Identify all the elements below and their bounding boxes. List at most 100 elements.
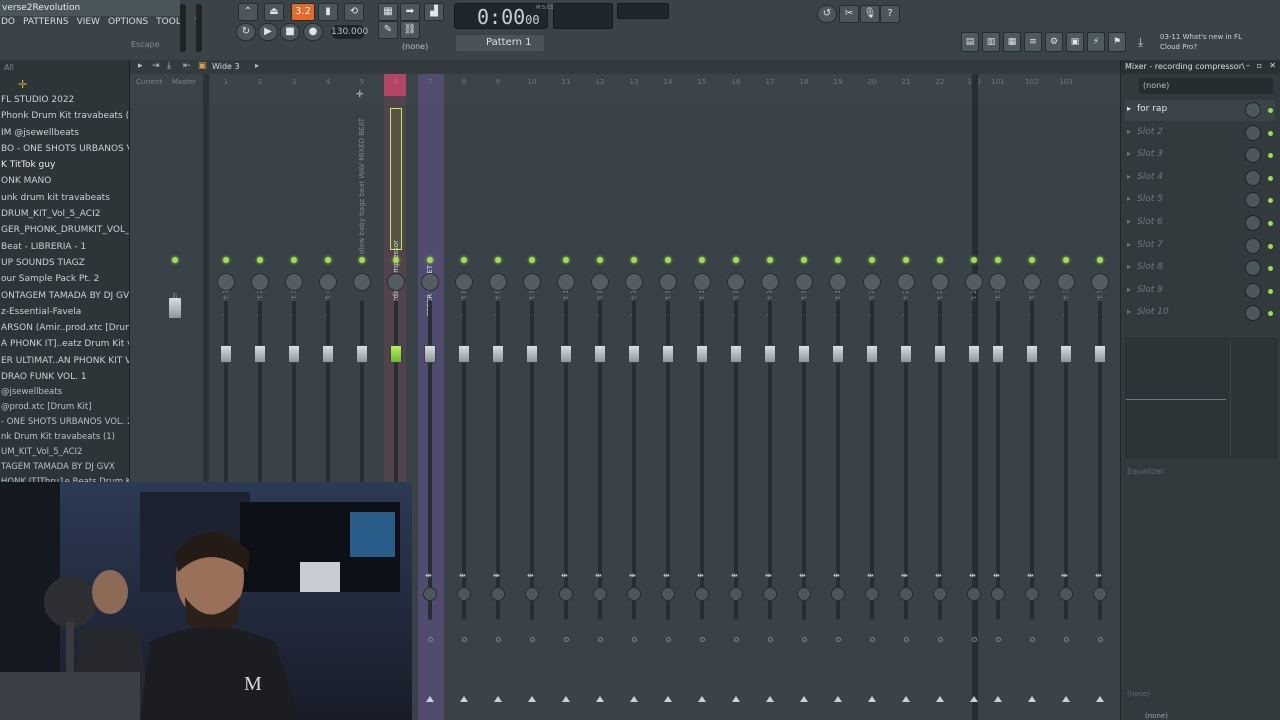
track-number[interactable]: 22 [930, 78, 950, 86]
menu-item-patterns[interactable]: PATTERNS [23, 17, 69, 33]
route-dot[interactable] [996, 637, 1001, 642]
volume-fader-handle[interactable] [254, 345, 266, 363]
route-dot[interactable] [598, 637, 603, 642]
track-enable-led[interactable] [1063, 257, 1069, 263]
track-enable-led[interactable] [995, 257, 1001, 263]
swap-stereo-icon[interactable]: ⇹ [595, 571, 602, 580]
mixer-preset-arrow-icon[interactable]: ▸ [255, 61, 259, 70]
slot-enable-led[interactable] [1268, 108, 1273, 113]
stereo-separation-knob[interactable] [1093, 587, 1107, 601]
track-number[interactable]: 15 [692, 78, 712, 86]
mixer-icon[interactable]: ≡ [1024, 32, 1042, 52]
track-name[interactable]: Insert 4 [321, 156, 335, 316]
close-icon[interactable]: ✕ [1269, 61, 1276, 70]
track-enable-led[interactable] [971, 257, 977, 263]
stereo-separation-knob[interactable] [491, 587, 505, 601]
volume-fader-handle[interactable] [730, 345, 742, 363]
swap-stereo-icon[interactable]: ⇹ [799, 571, 806, 580]
pan-knob[interactable] [217, 273, 235, 291]
stereo-separation-knob[interactable] [899, 587, 913, 601]
browser-item[interactable]: Phonk Drum Kit travabeats (1) [0, 108, 129, 124]
track-number[interactable]: 13 [624, 78, 644, 86]
route-dot[interactable] [1064, 637, 1069, 642]
route-arrow-icon[interactable] [834, 696, 842, 702]
slot-enable-led[interactable] [1268, 288, 1273, 294]
swap-stereo-icon[interactable]: ⇹ [969, 571, 976, 580]
route-arrow-icon[interactable] [970, 696, 978, 702]
swap-stereo-icon[interactable]: ⇹ [935, 571, 942, 580]
slot-mix-knob[interactable] [1245, 169, 1261, 186]
browser-item[interactable]: ONK MANO [0, 173, 129, 189]
volume-fader-handle[interactable] [458, 345, 470, 363]
track-name[interactable]: Insert 101 [1025, 156, 1039, 316]
track-number[interactable]: 4 [318, 78, 338, 86]
slot-arrow-icon[interactable]: ▸ [1127, 149, 1131, 158]
swap-stereo-icon[interactable]: ⇹ [629, 571, 636, 580]
effect-slot[interactable]: ▸ Slot 5 [1125, 190, 1275, 211]
volume-fader-handle[interactable] [356, 345, 368, 363]
loop-record-button[interactable]: ⟲ [344, 3, 364, 21]
volume-fader-handle[interactable] [492, 345, 504, 363]
slot-enable-led[interactable] [1268, 266, 1273, 272]
track-number[interactable]: 101 [988, 78, 1008, 86]
route-dot[interactable] [462, 637, 467, 642]
track-name[interactable]: Insert 12 [593, 156, 607, 316]
volume-fader-handle[interactable] [1026, 345, 1038, 363]
volume-fader-handle[interactable] [594, 345, 606, 363]
minimize-icon[interactable]: – [1246, 61, 1250, 70]
typing-keyboard-button[interactable]: ▦ [378, 3, 398, 21]
route-arrow-icon[interactable] [868, 696, 876, 702]
slot-arrow-icon[interactable]: ▸ [1127, 194, 1131, 203]
volume-fader-handle[interactable] [992, 345, 1004, 363]
swap-stereo-icon[interactable]: ⇹ [867, 571, 874, 580]
track-enable-led[interactable] [393, 257, 399, 263]
slot-arrow-icon[interactable]: ▸ [1127, 172, 1131, 181]
input-selector[interactable]: (none) [1139, 78, 1273, 94]
slot-mix-knob[interactable] [1245, 305, 1261, 322]
track-name[interactable]: Insert 23 [967, 156, 981, 316]
swap-stereo-icon[interactable]: ⇹ [1061, 571, 1068, 580]
pan-knob[interactable] [965, 273, 983, 291]
volume-fader-handle[interactable] [322, 345, 334, 363]
volume-fader-handle[interactable] [798, 345, 810, 363]
stereo-separation-knob[interactable] [1059, 587, 1073, 601]
route-dot[interactable] [564, 637, 569, 642]
link-icon[interactable]: ⛓ [400, 21, 420, 39]
route-arrow-icon[interactable] [664, 696, 672, 702]
stereo-separation-knob[interactable] [559, 587, 573, 601]
mixer-layout-icon[interactable]: ▣ [198, 61, 207, 71]
effects-icon[interactable]: ⚙ [1045, 32, 1063, 52]
route-dot[interactable] [632, 637, 637, 642]
track-name[interactable]: Insert 2 [253, 156, 267, 316]
pan-knob[interactable] [727, 273, 745, 291]
browser-item[interactable]: nk Drum Kit travabeats (1) [0, 430, 129, 445]
pan-knob[interactable] [319, 273, 337, 291]
pan-knob[interactable] [557, 273, 575, 291]
stereo-separation-knob[interactable] [457, 587, 471, 601]
menu-item-view[interactable]: VIEW [77, 17, 100, 33]
pan-knob[interactable] [421, 273, 439, 291]
pan-knob[interactable] [489, 273, 507, 291]
route-dot[interactable] [1030, 637, 1035, 642]
news-panel[interactable]: ⤓ 03-11 What's new in FL Cloud Pro? [1136, 32, 1276, 54]
track-enable-led[interactable] [427, 257, 433, 263]
volume-fader-handle[interactable] [390, 345, 402, 363]
pan-knob[interactable] [625, 273, 643, 291]
track-name[interactable]: PETER PRESET [423, 156, 437, 316]
track-name[interactable]: Insert 8 [457, 156, 471, 316]
route-dot[interactable] [836, 637, 841, 642]
volume-fader-handle[interactable] [662, 345, 674, 363]
slot-enable-led[interactable] [1268, 175, 1273, 181]
master-volume-slider[interactable] [180, 4, 186, 52]
route-dot[interactable] [700, 637, 705, 642]
wait-input-button[interactable]: ⏏ [264, 3, 284, 21]
volume-fader-handle[interactable] [968, 345, 980, 363]
track-name[interactable]: Insert 17 [763, 156, 777, 316]
browser-item[interactable]: BO - ONE SHOTS URBANOS VOL. 2 [0, 141, 129, 157]
master-volume-cap[interactable] [169, 298, 181, 318]
route-arrow-icon[interactable] [1096, 696, 1104, 702]
tempo-tap-icon[interactable]: ⚑ [1108, 32, 1126, 52]
track-enable-led[interactable] [869, 257, 875, 263]
volume-fader-handle[interactable] [628, 345, 640, 363]
volume-fader-handle[interactable] [1094, 345, 1106, 363]
